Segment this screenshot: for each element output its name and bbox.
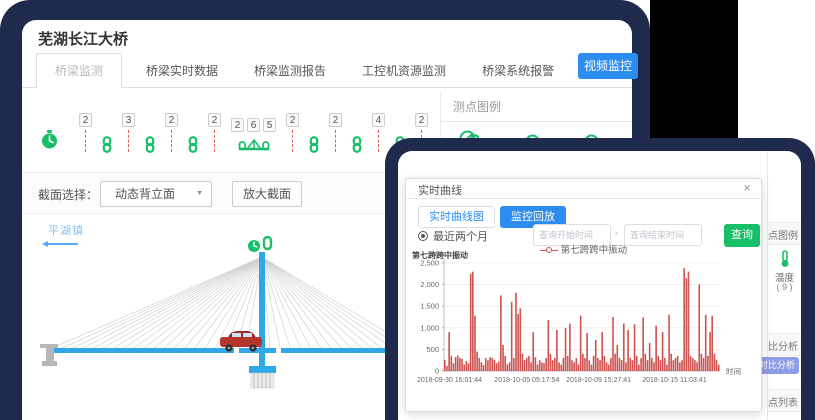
svg-text:2018-10-09 15:27:41: 2018-10-09 15:27:41 [566, 377, 631, 384]
sensor-marker[interactable]: 2 [79, 113, 92, 152]
sensor-marker[interactable]: 2 [165, 113, 178, 152]
legend-panel-title: 测点图例 [441, 92, 632, 122]
svg-text:500: 500 [426, 345, 439, 354]
svg-text:1,500: 1,500 [420, 302, 439, 311]
section-select-label: 截面选择： [38, 186, 98, 203]
tab-桥梁监测[interactable]: 桥梁监测 [36, 53, 122, 88]
abutment [40, 344, 58, 366]
dialog-title: 实时曲线 [418, 182, 462, 198]
svg-text:2018-10-15 11:03:41: 2018-10-15 11:03:41 [642, 377, 707, 384]
modal-tab-实时曲线图[interactable]: 实时曲线图 [418, 206, 495, 228]
video-monitor-button[interactable]: 视频监控 [578, 53, 638, 79]
svg-text:2,000: 2,000 [420, 280, 439, 289]
timer-icon[interactable] [41, 130, 58, 150]
sidebar-compare-header: 对比分析 [768, 333, 801, 356]
section-select-value: 动态背立面 [115, 187, 175, 201]
vibration-chart: 05001,0001,5002,0002,5002018-09-30 16:01… [408, 249, 760, 404]
chevron-down-icon: ▼ [196, 182, 203, 206]
link-icon[interactable] [144, 136, 156, 153]
link-icon[interactable] [187, 136, 199, 153]
sensor-marker[interactable]: 4 [372, 113, 385, 152]
overlay-page: 测点图例 温度 ( 9 ) 对比分析 对比分析 监测点列表 实时曲线 × 实时曲… [398, 151, 801, 420]
radio-dot-icon [418, 231, 428, 241]
link-icon[interactable] [308, 136, 320, 153]
sidebar-legend-header: 测点图例 [768, 222, 801, 245]
tab-桥梁监测报告[interactable]: 桥梁监测报告 [254, 54, 326, 87]
realtime-curve-dialog: 实时曲线 × 实时曲线图监控回放 最近两个月 - 查询 第七跨跨中振动 0500… [405, 178, 762, 412]
tab-工控机资源监测[interactable]: 工控机资源监测 [362, 54, 446, 87]
sensor-marker[interactable]: 2 [208, 113, 221, 152]
svg-text:第七跨跨中振动: 第七跨跨中振动 [412, 250, 468, 260]
bridge-icon[interactable]: 265 [231, 118, 276, 152]
svg-text:2018-09-30 16:01:44: 2018-09-30 16:01:44 [417, 377, 482, 384]
close-icon[interactable]: × [743, 180, 751, 195]
zoom-section-button[interactable]: 放大截面 [232, 181, 302, 207]
svg-text:1,000: 1,000 [420, 323, 439, 332]
background-strip [650, 0, 738, 145]
screen: 芜湖长江大桥 桥梁监测桥梁实时数据桥梁监测报告工控机资源监测桥梁系统报警 视频监… [0, 0, 815, 420]
svg-text:2018-10-05 05:17:54: 2018-10-05 05:17:54 [494, 377, 559, 384]
sensor-marker[interactable]: 3 [122, 113, 135, 152]
tab-桥梁系统报警[interactable]: 桥梁系统报警 [482, 54, 554, 87]
sensor-marker[interactable]: 2 [286, 113, 299, 152]
section-select-dropdown[interactable]: 动态背立面 ▼ [100, 181, 212, 207]
link-icon[interactable] [351, 136, 363, 153]
sensor-marker[interactable]: 2 [329, 113, 342, 152]
dialog-header: 实时曲线 × [406, 179, 761, 199]
link-icon[interactable] [101, 136, 113, 153]
tower-link-icon [264, 237, 271, 249]
tab-桥梁实时数据[interactable]: 桥梁实时数据 [146, 54, 218, 87]
page-title: 芜湖长江大桥 [38, 28, 128, 49]
main-tabs: 桥梁监测桥梁实时数据桥梁监测报告工控机资源监测桥梁系统报警 [22, 58, 632, 88]
temperature-count: ( 9 ) [768, 282, 801, 292]
range-separator: - [615, 228, 618, 239]
svg-text:0: 0 [435, 367, 439, 376]
svg-text:时间: 时间 [726, 366, 741, 376]
bridge-diagram [22, 230, 422, 410]
overlay-window: 测点图例 温度 ( 9 ) 对比分析 对比分析 监测点列表 实时曲线 × 实时曲… [385, 138, 815, 420]
sidebar-list-header: 监测点列表 [768, 389, 801, 412]
right-sidebar: 测点图例 温度 ( 9 ) 对比分析 对比分析 监测点列表 [767, 151, 801, 420]
